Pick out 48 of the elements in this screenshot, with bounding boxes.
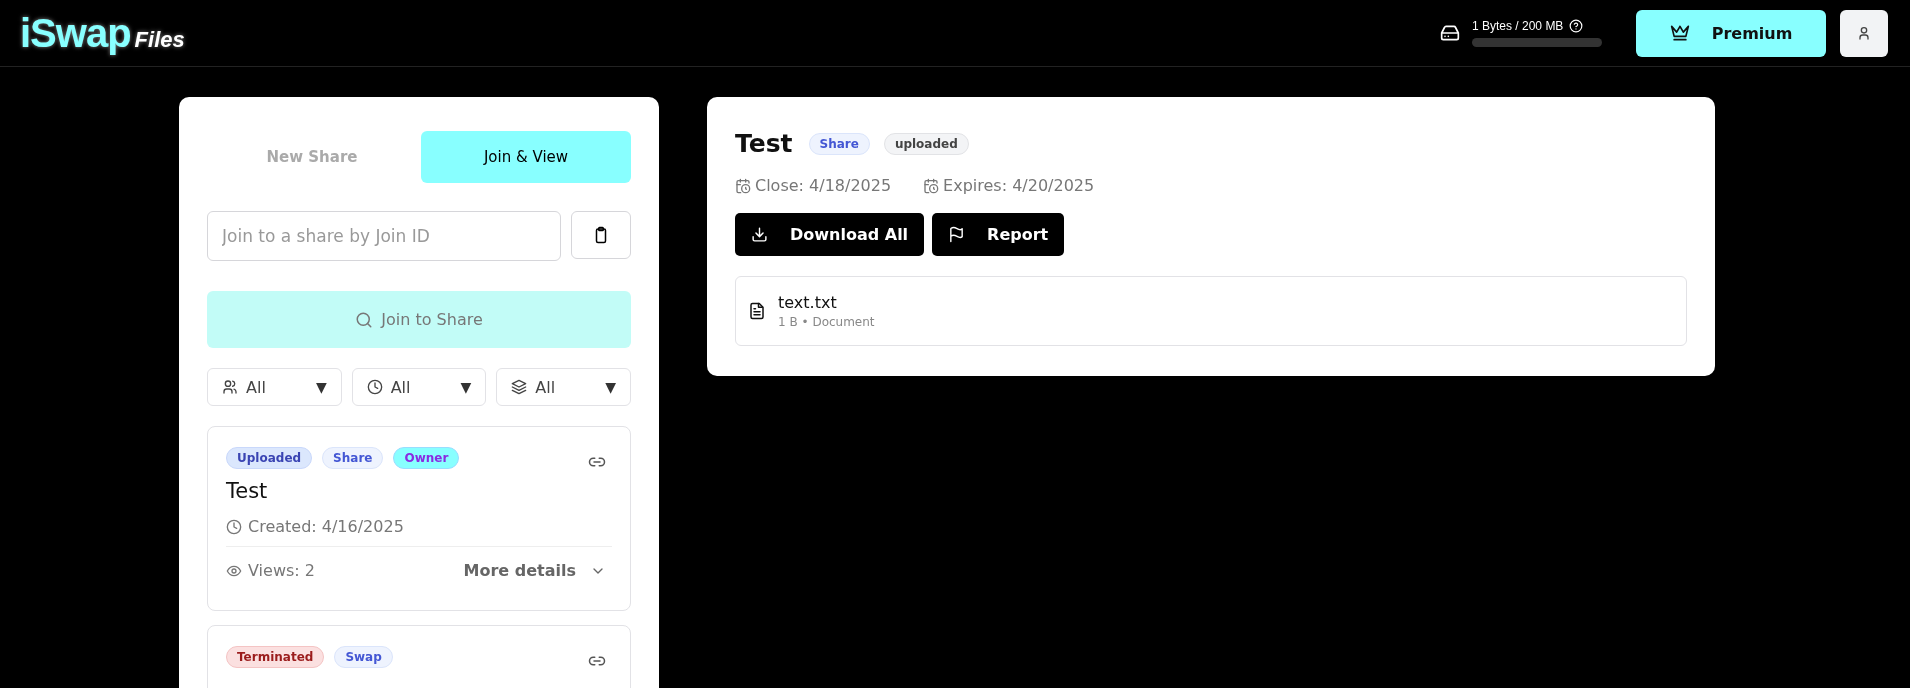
paste-button[interactable] — [571, 211, 631, 259]
filter-dropdown[interactable]: All ▼ — [207, 368, 342, 406]
flag-icon — [948, 226, 966, 243]
crown-icon — [1669, 23, 1690, 43]
layers-icon — [511, 379, 528, 395]
calendar-icon — [735, 177, 751, 194]
calendar-icon — [923, 177, 940, 194]
download-button[interactable]: Download All — [735, 213, 925, 256]
dropdown-arrow: ▼ — [605, 379, 616, 395]
document-icon — [748, 302, 766, 320]
filter-dropdown[interactable]: All ▼ — [351, 368, 487, 406]
report-button[interactable]: Report — [932, 213, 1065, 256]
file-meta: 1 B • Document — [778, 315, 875, 329]
help-icon — [1569, 19, 1584, 33]
filter-dropdown[interactable]: All ▼ — [496, 368, 631, 406]
storage-usage: 1 Bytes / 200 MB — [1472, 19, 1564, 33]
tag: Swap — [334, 646, 393, 668]
search-icon — [355, 310, 374, 329]
tag: uploaded — [883, 132, 969, 155]
tag: Owner — [393, 447, 460, 469]
user-button[interactable] — [1840, 9, 1888, 57]
more-details-button[interactable]: More details — [463, 561, 612, 580]
clock-icon — [366, 379, 383, 395]
download-icon — [751, 226, 768, 243]
share-card[interactable]: Uploaded Share Owner Test Created: 4/16/2025 Views: 2 More details — [207, 426, 631, 611]
share-title: Test — [226, 479, 269, 503]
logo-subtitle: Files — [134, 26, 185, 53]
dropdown-arrow: ▼ — [315, 379, 327, 395]
tag: Uploaded — [226, 447, 313, 469]
share-title: Test — [735, 129, 793, 158]
dropdown-arrow: ▼ — [460, 379, 472, 395]
date-text: Expires: 4/20/2025 — [943, 176, 1095, 195]
created-date: Created: 4/16/2025 — [248, 517, 404, 536]
user-icon — [1856, 25, 1872, 41]
drive-icon — [1440, 23, 1460, 43]
file-name: text.txt — [778, 293, 838, 312]
tab[interactable]: Join & View — [421, 131, 631, 183]
clock-icon — [226, 518, 242, 535]
share-card[interactable]: Terminated Swap — [207, 625, 631, 688]
people-icon — [222, 379, 238, 395]
date-text: Close: 4/18/2025 — [755, 176, 892, 195]
tag: Share — [322, 447, 384, 469]
premium-button[interactable]: Premium — [1636, 9, 1826, 57]
tag: Terminated — [226, 646, 325, 668]
view-count: Views: 2 — [248, 561, 315, 580]
logo-wordmark: iSwap — [20, 10, 131, 56]
file-row[interactable]: text.txt 1 B • Document — [735, 276, 1687, 346]
tag: Share — [808, 132, 870, 155]
